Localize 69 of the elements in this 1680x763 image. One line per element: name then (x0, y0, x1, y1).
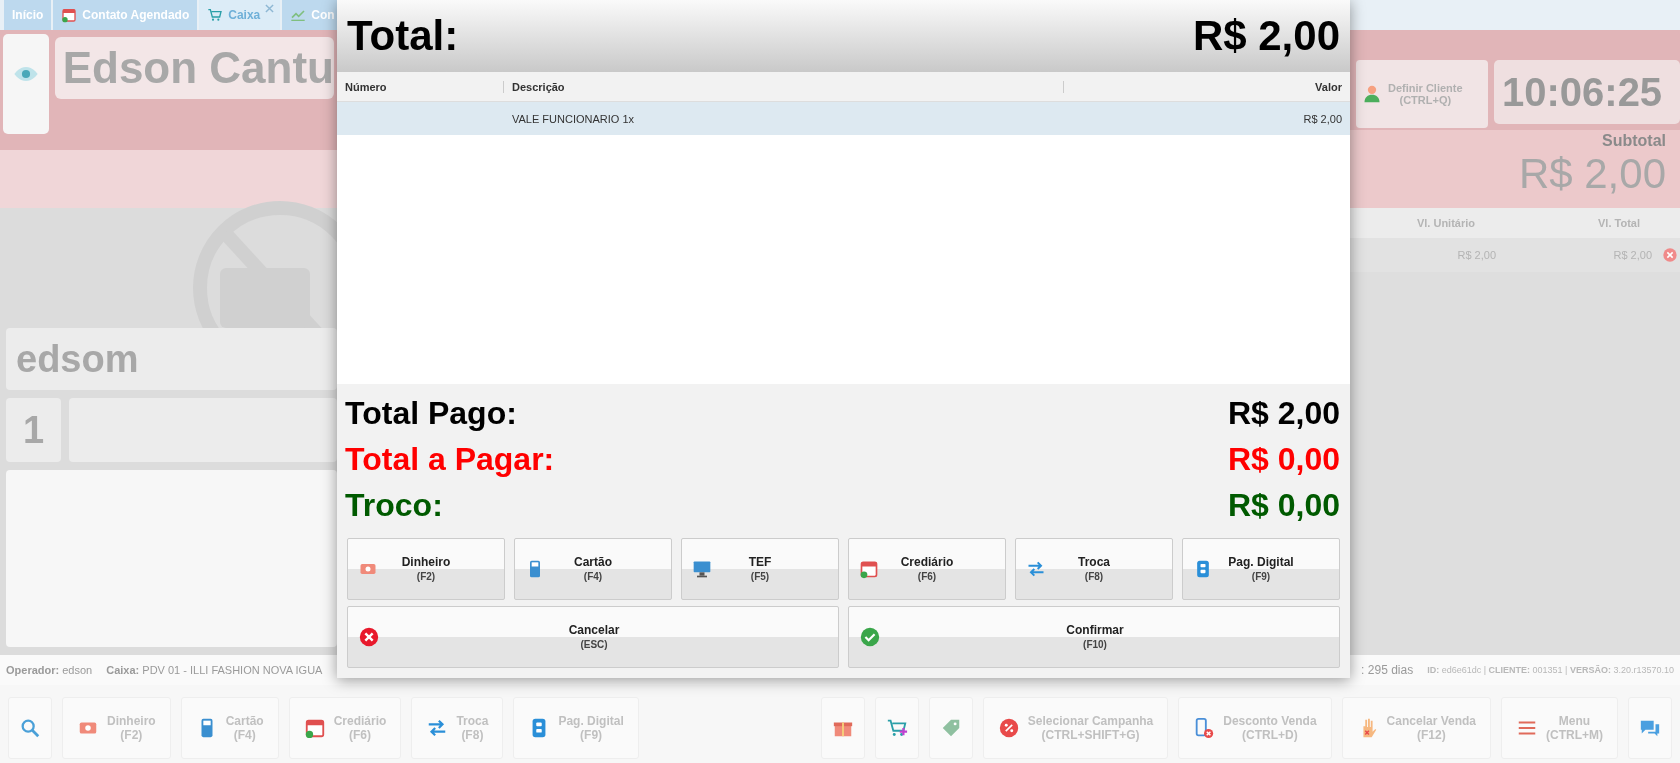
toolbar-button[interactable]: Troca (F8) (411, 697, 504, 759)
subtotal-label: Subtotal (1602, 132, 1666, 150)
phone-x-icon (1193, 717, 1216, 739)
summary-label: Troco: (345, 486, 443, 524)
payment-button[interactable]: Cartão (F4) (514, 538, 672, 600)
calendar-icon (303, 717, 326, 739)
operator-text: Operador: edson (6, 664, 93, 676)
summary-label: Total a Pagar: (345, 440, 555, 478)
action-button[interactable]: Confirmar (F10) (848, 606, 1340, 668)
summary-value: R$ 0,00 (1227, 440, 1340, 478)
cart-icon (207, 7, 224, 23)
column-header: Número (337, 80, 504, 93)
check-circle-icon (859, 626, 881, 648)
payment-button[interactable]: Crediário (F6) (848, 538, 1006, 600)
swap-arrows-icon (1026, 559, 1046, 579)
calendar-icon (859, 559, 879, 579)
search-icon (19, 717, 41, 739)
define-client-button[interactable]: Definir Cliente (CTRL+Q) (1356, 60, 1488, 128)
toolbar-button[interactable]: Selecionar Campanha (CTRL+SHIFT+G) (982, 697, 1169, 759)
payment-button[interactable]: TEF (F5) (681, 538, 839, 600)
toolbar-button[interactable] (820, 697, 865, 759)
till-text: Caixa: PDV 01 - ILLI FASHION NOVA IGUA (106, 664, 323, 676)
person-icon (1362, 84, 1382, 104)
toolbar-button[interactable] (874, 697, 919, 759)
toolbar-button[interactable]: Cancelar Venda (F12) (1341, 697, 1491, 759)
toolbar-button[interactable]: Desconto Venda (CTRL+D) (1178, 697, 1332, 759)
total-value: R$ 2,00 (1192, 12, 1340, 60)
tab[interactable]: Contato Agendado (53, 0, 198, 30)
summary-value: R$ 0,00 (1227, 486, 1340, 524)
action-button[interactable]: Cancelar (ESC) (347, 606, 839, 668)
toolbar-button[interactable]: Cartão (F4) (180, 697, 279, 759)
tab[interactable]: Início (4, 0, 52, 30)
days-text: : 295 dias (1361, 663, 1414, 677)
summary-label: Total Pago: (345, 394, 517, 432)
clock: 10:06:25 (1494, 60, 1680, 124)
column-header: Vl. Unitário (1415, 217, 1476, 229)
payment-button[interactable]: Pag. Digital (F9) (1182, 538, 1340, 600)
tab[interactable]: Caixa (199, 0, 281, 30)
view-button[interactable] (3, 34, 49, 134)
seller-field[interactable]: edsom (6, 328, 337, 390)
toolbar-button[interactable]: Pag. Digital (F9) (513, 697, 639, 759)
subtotal-value: R$ 2,00 (1518, 150, 1666, 198)
x-circle-icon (358, 626, 380, 648)
toolbar-button[interactable] (1628, 697, 1672, 759)
toolbar-button[interactable]: Dinheiro (F2) (62, 697, 171, 759)
input-field[interactable] (6, 470, 337, 647)
payment-button[interactable]: Dinheiro (F2) (347, 538, 505, 600)
table-row[interactable]: VALE FUNCIONARIO 1x R$ 2,00 (337, 102, 1350, 135)
quantity-field[interactable]: 1 (6, 398, 61, 462)
cart-plus-icon (885, 717, 908, 739)
payment-button[interactable]: Troca (F8) (1015, 538, 1173, 600)
column-header: Vl. Total (1597, 217, 1641, 229)
version-text: ID: ed6e61dc | CLIENTE: 001351 | VERSÃO: 3.20.r13570.10 (1427, 665, 1674, 675)
column-header: Valor (1314, 80, 1343, 93)
column-header: Descrição (504, 80, 1064, 93)
toolbar-button[interactable]: Crediário (F6) (288, 697, 402, 759)
toolbar-button[interactable] (928, 697, 973, 759)
product-field[interactable] (69, 398, 337, 462)
summary-value: R$ 2,00 (1227, 394, 1340, 432)
x-circle-icon (1662, 247, 1678, 263)
monitor-icon (692, 559, 712, 579)
total-label: Total: (347, 12, 459, 60)
toolbar-button[interactable]: Menu (CTRL+M) (1501, 697, 1618, 759)
close-icon[interactable] (265, 4, 275, 13)
calendar-icon (61, 7, 78, 23)
percent-badge-icon (997, 717, 1020, 739)
customer-name-field[interactable]: Edson Cantu (54, 37, 334, 99)
toolbar-button[interactable] (8, 697, 52, 759)
chart-icon (290, 7, 307, 23)
